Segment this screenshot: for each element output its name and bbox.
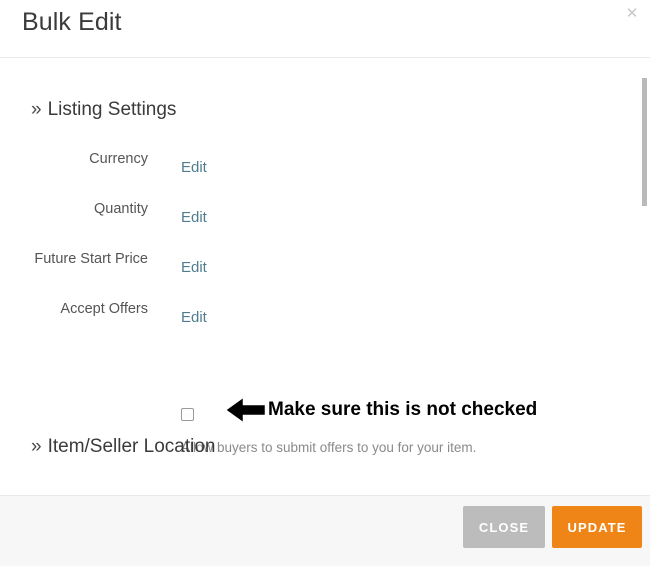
- field-label-quantity: Quantity: [94, 201, 148, 217]
- modal-body: » Listing Settings Currency Edit Quantit…: [0, 58, 650, 495]
- edit-link-currency[interactable]: Edit: [181, 159, 207, 177]
- update-button[interactable]: UPDATE: [552, 506, 642, 548]
- close-icon[interactable]: ✕: [622, 4, 642, 24]
- accept-offers-help-text: Allow buyers to submit offers to you for…: [181, 440, 477, 455]
- field-label-future-start-price: Future Start Price: [34, 251, 148, 267]
- close-button[interactable]: CLOSE: [463, 506, 545, 548]
- edit-link-future-start-price[interactable]: Edit: [181, 259, 207, 277]
- scrollbar-thumb[interactable]: [642, 78, 647, 206]
- field-row: Accept Offers Edit: [0, 300, 650, 350]
- bulk-edit-modal: Bulk Edit ✕ » Listing Settings Currency …: [0, 0, 650, 566]
- section-header-label: Listing Settings: [47, 99, 177, 120]
- field-row: Currency Edit: [0, 150, 650, 200]
- listing-settings-fields: Currency Edit Quantity Edit Future Start…: [0, 150, 650, 350]
- chevron-double-right-icon: »: [31, 99, 42, 120]
- field-row: Future Start Price Edit: [0, 250, 650, 300]
- section-header-listing-settings[interactable]: » Listing Settings: [31, 98, 176, 122]
- modal-footer: CLOSE UPDATE: [0, 495, 650, 566]
- chevron-double-right-icon: »: [31, 436, 42, 457]
- vertical-scrollbar[interactable]: [641, 58, 649, 495]
- accept-offers-checkbox[interactable]: [181, 408, 194, 421]
- field-label-accept-offers: Accept Offers: [60, 301, 148, 317]
- modal-header: Bulk Edit ✕: [0, 0, 650, 58]
- section-header-label: Item/Seller Location: [47, 436, 216, 457]
- field-row: Quantity Edit: [0, 200, 650, 250]
- edit-link-quantity[interactable]: Edit: [181, 209, 207, 227]
- field-label-currency: Currency: [89, 151, 148, 167]
- page-title: Bulk Edit: [22, 8, 122, 36]
- edit-link-accept-offers[interactable]: Edit: [181, 309, 207, 327]
- left-arrow-icon: [226, 398, 265, 422]
- section-header-item-seller-location[interactable]: » Item/Seller Location: [31, 435, 216, 459]
- annotation-text: Make sure this is not checked: [268, 399, 538, 420]
- annotation-callout: Make sure this is not checked: [226, 397, 537, 423]
